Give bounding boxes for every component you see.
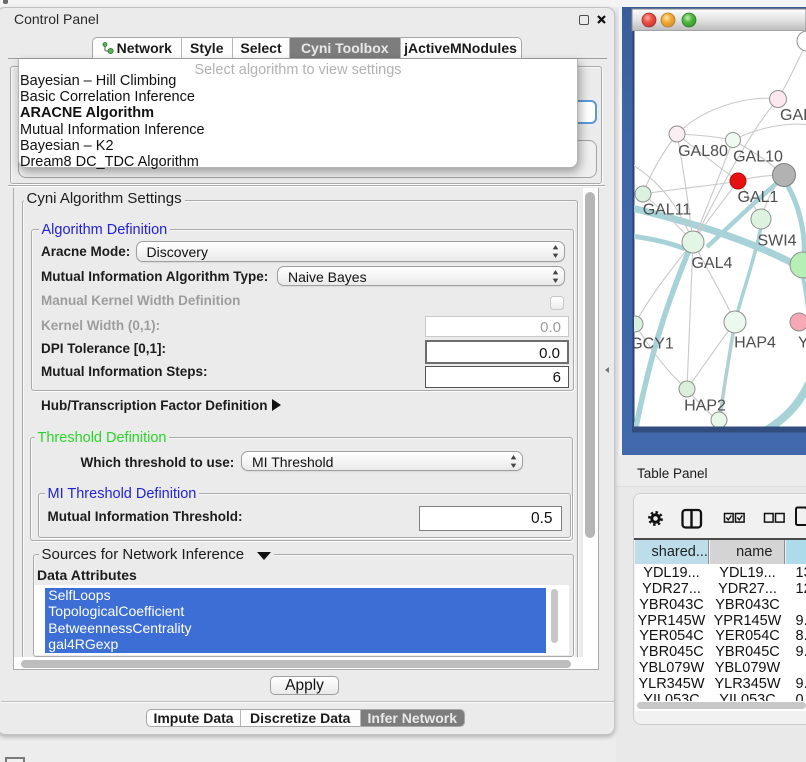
- svg-text:GAL4: GAL4: [692, 255, 733, 272]
- svg-text:Y: Y: [798, 335, 806, 352]
- svg-text:HAP2: HAP2: [684, 398, 726, 415]
- svg-text:GAL1: GAL1: [738, 189, 779, 206]
- svg-text:GCY1: GCY1: [630, 336, 674, 353]
- svg-text:GAL11: GAL11: [643, 202, 692, 219]
- svg-text:SWI4: SWI4: [757, 233, 796, 250]
- svg-text:GAL10: GAL10: [733, 149, 783, 166]
- svg-text:HAP4: HAP4: [734, 335, 776, 352]
- svg-text:GAL80: GAL80: [678, 143, 728, 160]
- svg-text:GAL7: GAL7: [780, 107, 806, 124]
